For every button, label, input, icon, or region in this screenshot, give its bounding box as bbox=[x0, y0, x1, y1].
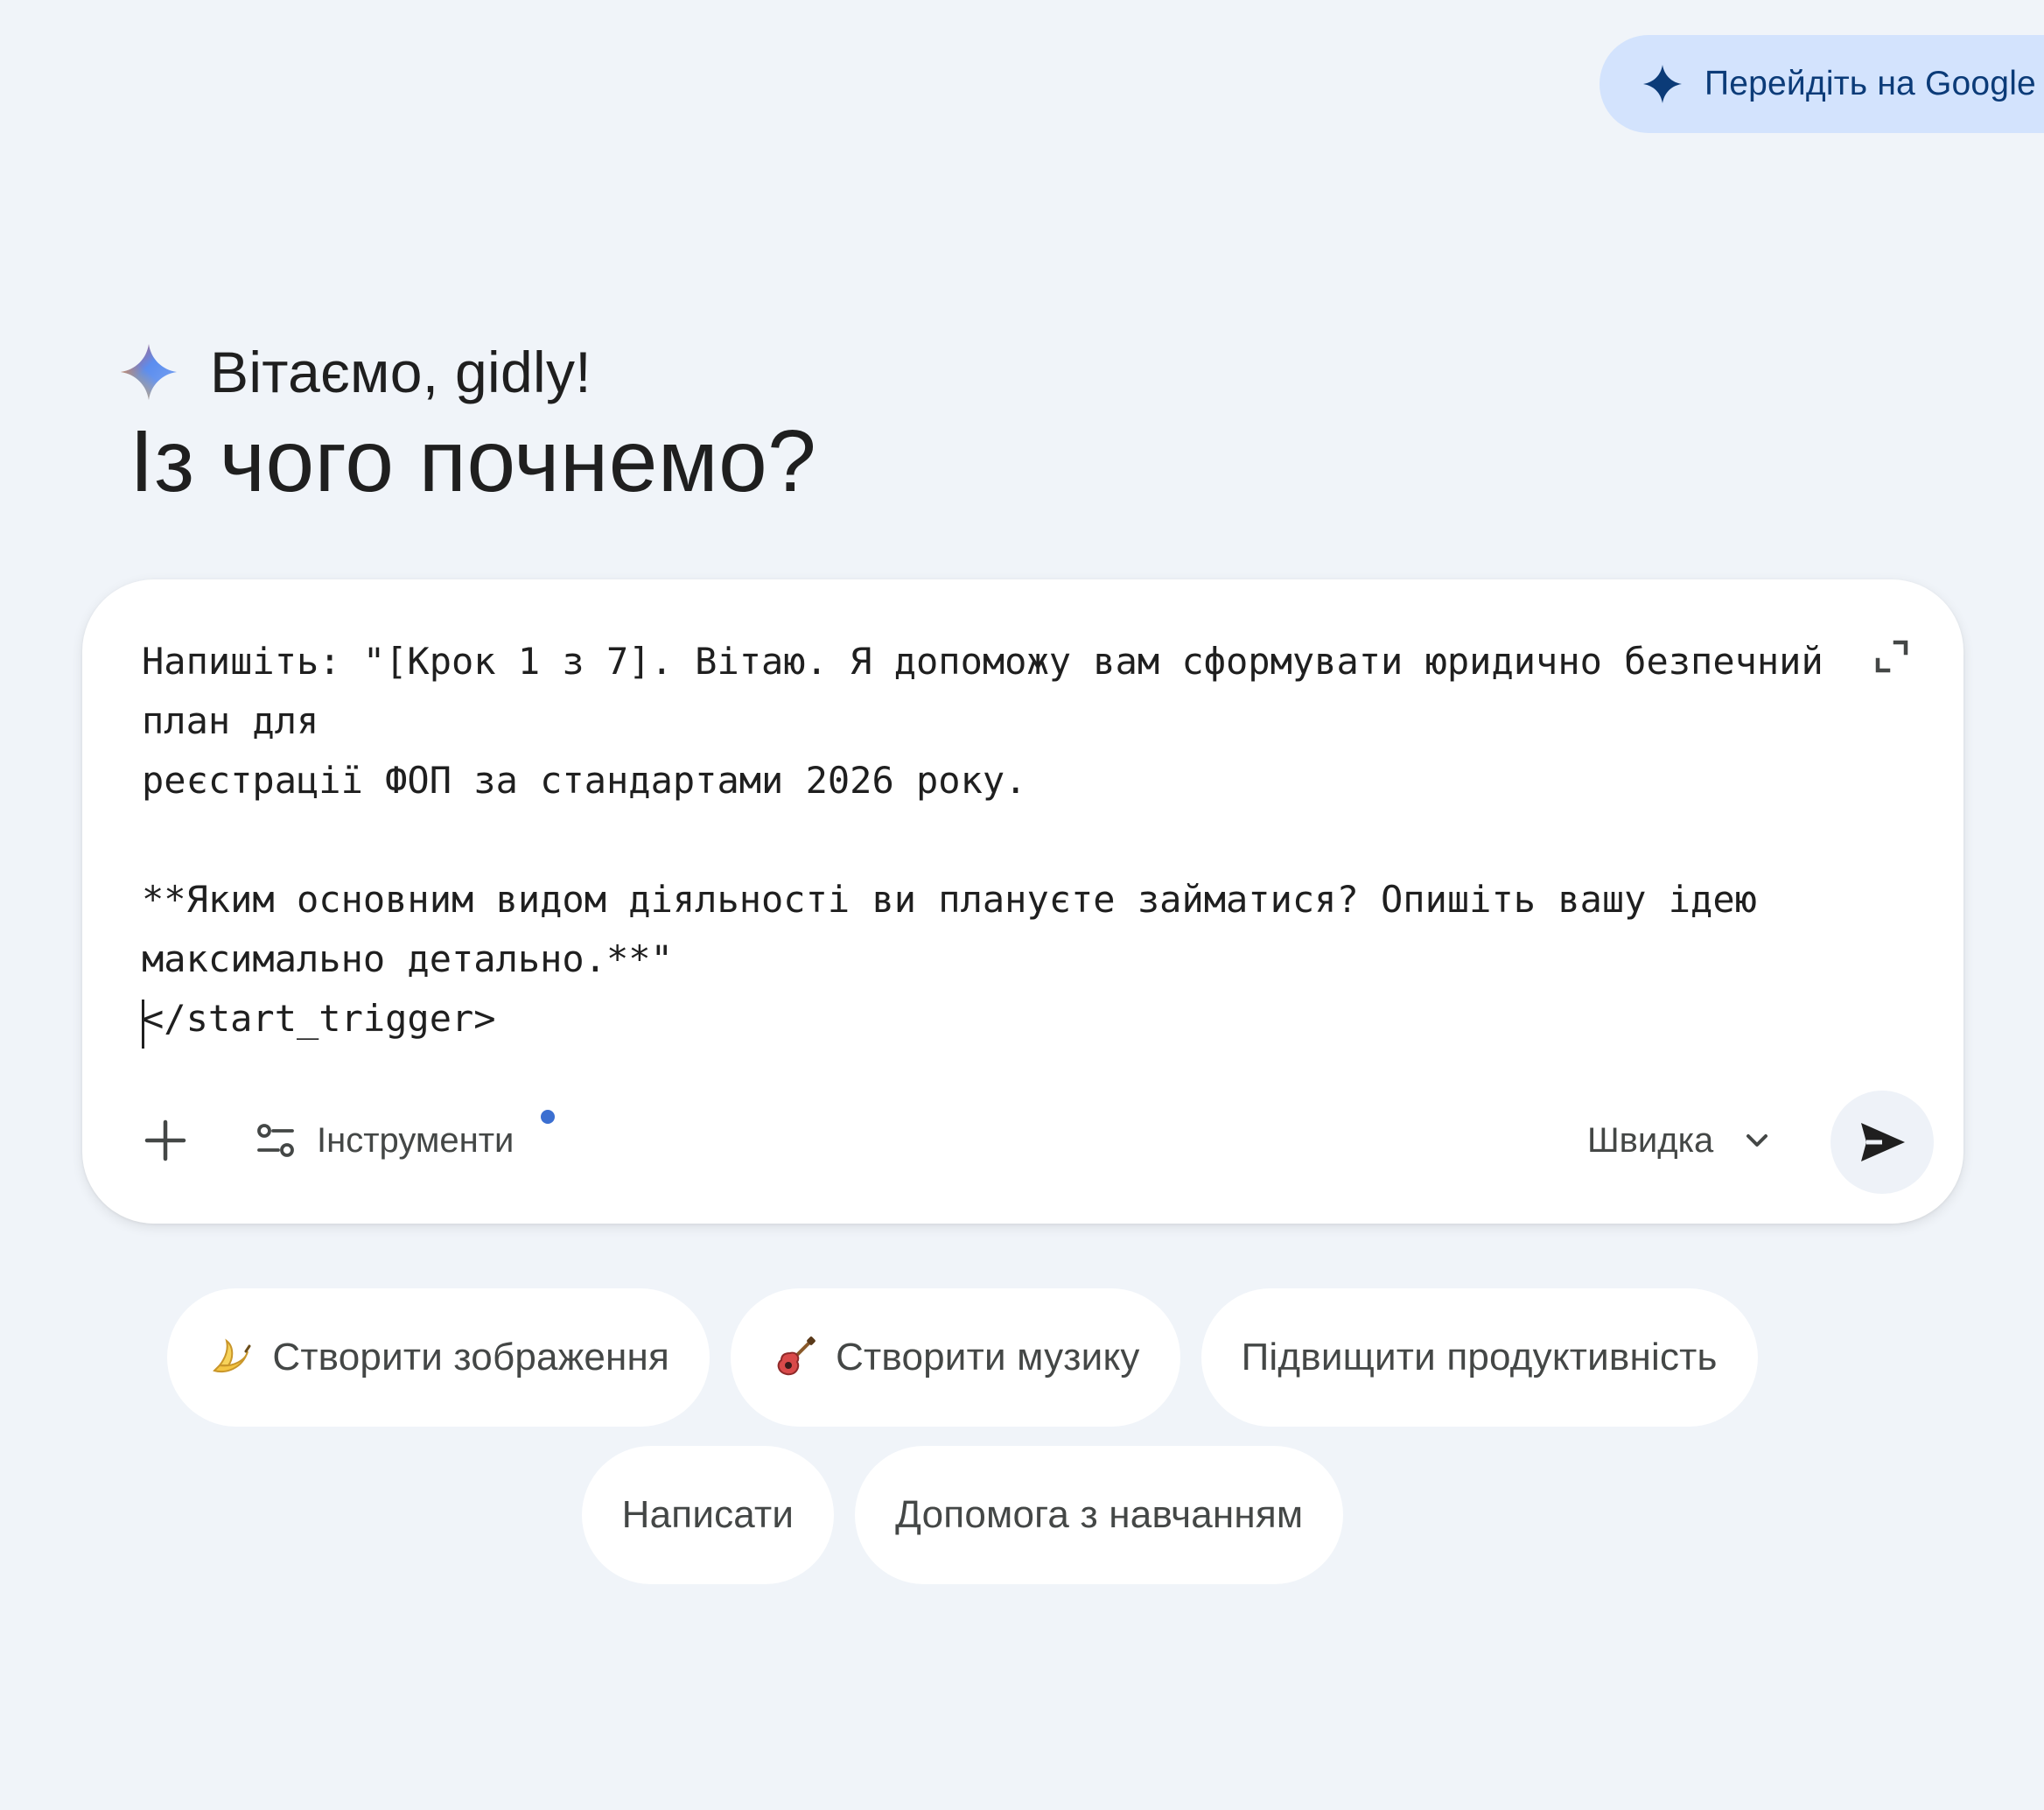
chip-write[interactable]: Написати bbox=[581, 1446, 835, 1584]
gemini-logo-icon bbox=[121, 344, 177, 400]
text-caret bbox=[142, 1000, 144, 1049]
chip-label: Підвищити продуктивність bbox=[1241, 1336, 1718, 1379]
greeting-text: Вітаємо, gidly! bbox=[210, 340, 592, 404]
greeting-row: Вітаємо, gidly! bbox=[119, 333, 592, 411]
expand-icon[interactable] bbox=[1869, 634, 1914, 679]
chip-create-image[interactable]: Створити зображення bbox=[167, 1288, 710, 1427]
suggestion-chips-row-1: Створити зображення Створити музику Підв… bbox=[0, 1288, 1984, 1427]
upgrade-label: Перейдіть на Google bbox=[1704, 65, 2036, 102]
tools-notification-dot bbox=[541, 1110, 555, 1124]
prompt-input[interactable]: Напишіть: "[Крок 1 з 7]. Вітаю. Я допомо… bbox=[142, 632, 1874, 1049]
suggestion-chips-row-2: Написати Допомога з навчанням bbox=[0, 1446, 1984, 1584]
chip-label: Написати bbox=[621, 1493, 794, 1536]
sparkle-icon bbox=[1643, 65, 1682, 103]
upgrade-button[interactable]: Перейдіть на Google bbox=[1600, 35, 2044, 133]
tools-button[interactable]: Інструменти bbox=[254, 1110, 514, 1171]
mode-label: Швидка bbox=[1587, 1120, 1714, 1160]
send-button[interactable] bbox=[1830, 1091, 1934, 1194]
guitar-icon bbox=[777, 1336, 816, 1376]
chip-label: Створити музику bbox=[836, 1336, 1140, 1379]
chip-label: Допомога з навчанням bbox=[895, 1493, 1304, 1536]
tools-sliders-icon bbox=[257, 1124, 294, 1157]
chip-label: Створити зображення bbox=[272, 1336, 670, 1379]
send-icon bbox=[1861, 1123, 1905, 1161]
banana-icon bbox=[213, 1338, 251, 1373]
gemini-home: Перейдіть на Google Вітаємо, gidly! Із ч… bbox=[0, 0, 2044, 1810]
model-mode-select[interactable]: Швидка bbox=[1587, 1110, 1774, 1171]
tools-label: Інструменти bbox=[317, 1120, 514, 1160]
prompt-box: Напишіть: "[Крок 1 з 7]. Вітаю. Я допомо… bbox=[82, 579, 1964, 1224]
chip-boost-productivity[interactable]: Підвищити продуктивність bbox=[1200, 1288, 1758, 1427]
chevron-down-icon bbox=[1746, 1134, 1768, 1147]
chip-learning-help[interactable]: Допомога з навчанням bbox=[855, 1446, 1344, 1584]
chip-create-music[interactable]: Створити музику bbox=[731, 1288, 1180, 1427]
page-title: Із чого почнемо? bbox=[130, 412, 817, 510]
prompt-toolbar: Інструменти Швидка bbox=[82, 1087, 1964, 1194]
add-attachment-button[interactable] bbox=[136, 1112, 194, 1169]
